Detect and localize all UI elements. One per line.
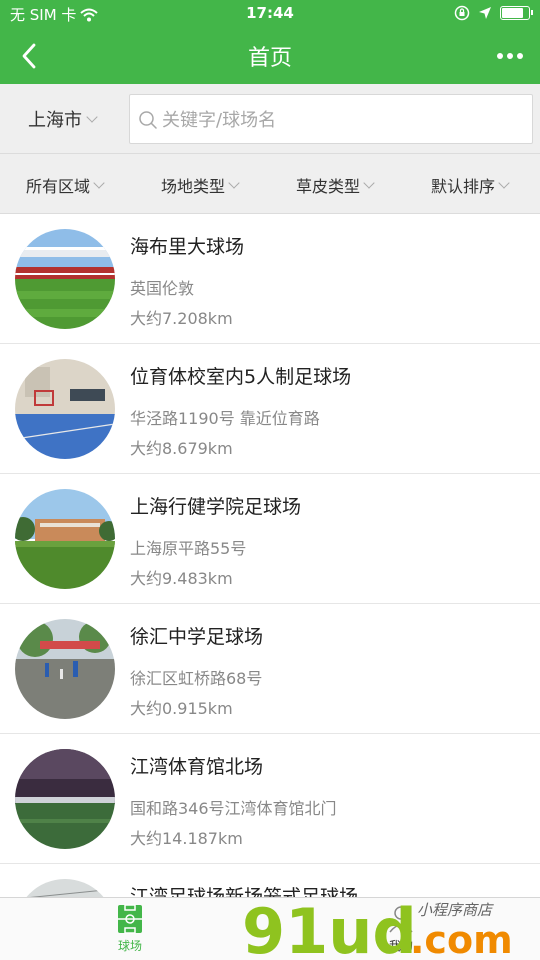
filter-label: 默认排序 xyxy=(431,177,496,196)
filter-label: 草皮类型 xyxy=(296,177,361,196)
venue-name: 江湾足球场新场笼式足球场 xyxy=(130,886,359,897)
venue-item[interactable]: 徐汇中学足球场 徐汇区虹桥路68号 大约0.915km xyxy=(0,604,540,734)
tab-fields-label: 球场 xyxy=(117,939,142,953)
venue-name: 位育体校室内5人制足球场 xyxy=(130,366,352,388)
venue-list: 海布里大球场 英国伦敦 大约7.208km 位育体校室内5人制足球场 华泾路11… xyxy=(0,214,540,897)
venue-distance: 大约7.208km xyxy=(130,309,233,328)
tab-profile-label: 我的 xyxy=(388,939,413,953)
chevron-down-icon xyxy=(86,110,98,123)
venue-address: 英国伦敦 xyxy=(130,279,195,298)
search-bar: 上海市 xyxy=(0,84,540,154)
venue-name: 海布里大球场 xyxy=(130,236,245,258)
more-button[interactable] xyxy=(492,42,528,70)
venue-photo xyxy=(15,879,115,897)
status-right xyxy=(454,5,533,21)
user-icon xyxy=(389,906,413,933)
battery-level xyxy=(502,8,523,18)
venue-name: 江湾体育馆北场 xyxy=(130,756,264,778)
chevron-down-icon xyxy=(363,176,375,189)
venue-photo xyxy=(15,489,115,589)
more-dots-icon xyxy=(497,53,503,59)
search-box[interactable] xyxy=(129,94,533,144)
venue-item[interactable]: 位育体校室内5人制足球场 华泾路1190号 靠近位育路 大约8.679km xyxy=(0,344,540,474)
venue-distance: 大约8.679km xyxy=(130,439,233,458)
venue-distance: 大约9.483km xyxy=(130,569,233,588)
tab-profile[interactable]: 我的 xyxy=(388,904,414,954)
venue-address: 上海原平路55号 xyxy=(130,539,247,558)
venue-distance: 大约14.187km xyxy=(130,829,243,848)
chevron-down-icon xyxy=(93,176,105,189)
chevron-down-icon xyxy=(498,176,510,189)
nav-bar: 首页 xyxy=(0,28,540,84)
filter-field-type[interactable]: 场地类型 xyxy=(161,173,240,197)
filter-turf-type[interactable]: 草皮类型 xyxy=(296,173,375,197)
venue-item[interactable]: 江湾足球场新场笼式足球场 xyxy=(0,864,540,897)
filter-label: 场地类型 xyxy=(161,177,226,196)
search-icon xyxy=(139,111,157,129)
filter-sort[interactable]: 默认排序 xyxy=(431,173,510,197)
venue-name: 徐汇中学足球场 xyxy=(130,626,264,648)
filter-bar: 所有区域 场地类型 草皮类型 默认排序 xyxy=(0,154,540,214)
venue-photo xyxy=(15,359,115,459)
battery-icon xyxy=(500,6,533,20)
status-bar: 无 SIM 卡 17:44 xyxy=(0,0,540,28)
venue-item[interactable]: 江湾体育馆北场 国和路346号江湾体育馆北门 大约14.187km xyxy=(0,734,540,864)
tab-fields[interactable]: 球场 xyxy=(117,904,143,954)
venue-address: 徐汇区虹桥路68号 xyxy=(130,669,263,688)
city-selector[interactable]: 上海市 xyxy=(28,106,98,132)
tab-bar: 球场 我的 xyxy=(0,897,540,960)
city-label: 上海市 xyxy=(28,110,82,131)
rotation-lock-icon xyxy=(454,5,470,21)
filter-label: 所有区域 xyxy=(26,177,91,196)
venue-address: 国和路346号江湾体育馆北门 xyxy=(130,799,337,818)
search-input[interactable] xyxy=(162,105,522,135)
soccer-field-icon xyxy=(118,904,142,934)
venue-item[interactable]: 海布里大球场 英国伦敦 大约7.208km xyxy=(0,214,540,344)
venue-photo xyxy=(15,619,115,719)
location-arrow-icon xyxy=(479,7,491,19)
venue-address: 华泾路1190号 靠近位育路 xyxy=(130,409,320,428)
filter-area[interactable]: 所有区域 xyxy=(26,173,105,197)
venue-item[interactable]: 上海行健学院足球场 上海原平路55号 大约9.483km xyxy=(0,474,540,604)
venue-distance: 大约0.915km xyxy=(130,699,233,718)
venue-name: 上海行健学院足球场 xyxy=(130,496,302,518)
venue-photo xyxy=(15,229,115,329)
chevron-down-icon xyxy=(228,176,240,189)
page-title: 首页 xyxy=(247,46,292,71)
venue-photo xyxy=(15,749,115,849)
